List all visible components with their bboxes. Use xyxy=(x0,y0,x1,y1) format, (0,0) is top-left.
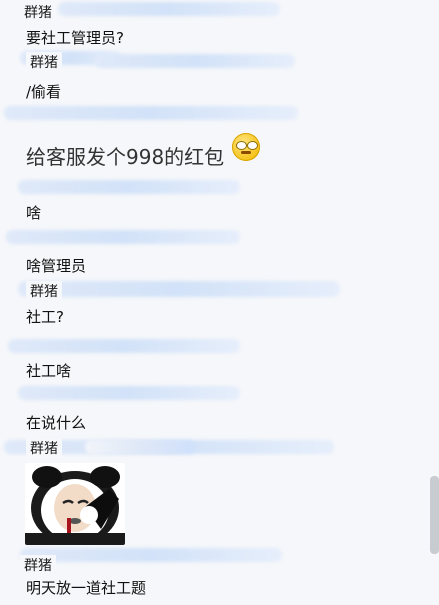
sender-name: 群猪 xyxy=(20,555,56,575)
blurred-name-bar xyxy=(6,230,240,244)
scrollbar-thumb[interactable] xyxy=(430,476,439,554)
message-text: 明天放一道社工题 xyxy=(26,579,147,597)
blurred-name-bar xyxy=(18,180,240,194)
blurred-link xyxy=(85,440,195,454)
message-text: 要社工管理员? xyxy=(26,29,124,47)
message-text: 啥 xyxy=(26,204,42,222)
sender-name: 群猪 xyxy=(26,52,62,72)
message-text: 啥管理员 xyxy=(26,257,87,275)
message-text: 给客服发个998的红包 xyxy=(26,145,225,169)
panda-meme-sticker[interactable] xyxy=(25,463,125,545)
blurred-name-bar xyxy=(95,54,295,68)
message-text: /偷看 xyxy=(26,83,62,101)
blurred-name-bar xyxy=(8,339,240,353)
message-text: 在说什么 xyxy=(26,414,87,432)
sender-name: 群猪 xyxy=(26,281,62,301)
blurred-name-bar xyxy=(58,2,280,16)
blurred-name-bar xyxy=(20,548,282,562)
blurred-name-bar xyxy=(18,386,240,400)
sender-name: 群猪 xyxy=(26,438,62,458)
message-text: 社工啥 xyxy=(26,362,72,380)
panda-meme-image xyxy=(25,463,125,545)
blurred-name-bar xyxy=(18,281,340,297)
blurred-name-bar xyxy=(4,106,298,120)
sender-name: 群猪 xyxy=(20,2,56,22)
sunglasses-smile-emoji-icon xyxy=(232,133,260,161)
message-text: 社工? xyxy=(26,308,64,326)
chat-window: 群猪 要社工管理员? 群猪 /偷看 给客服发个998的红包 啥 啥管理员 群猪 … xyxy=(0,0,439,605)
